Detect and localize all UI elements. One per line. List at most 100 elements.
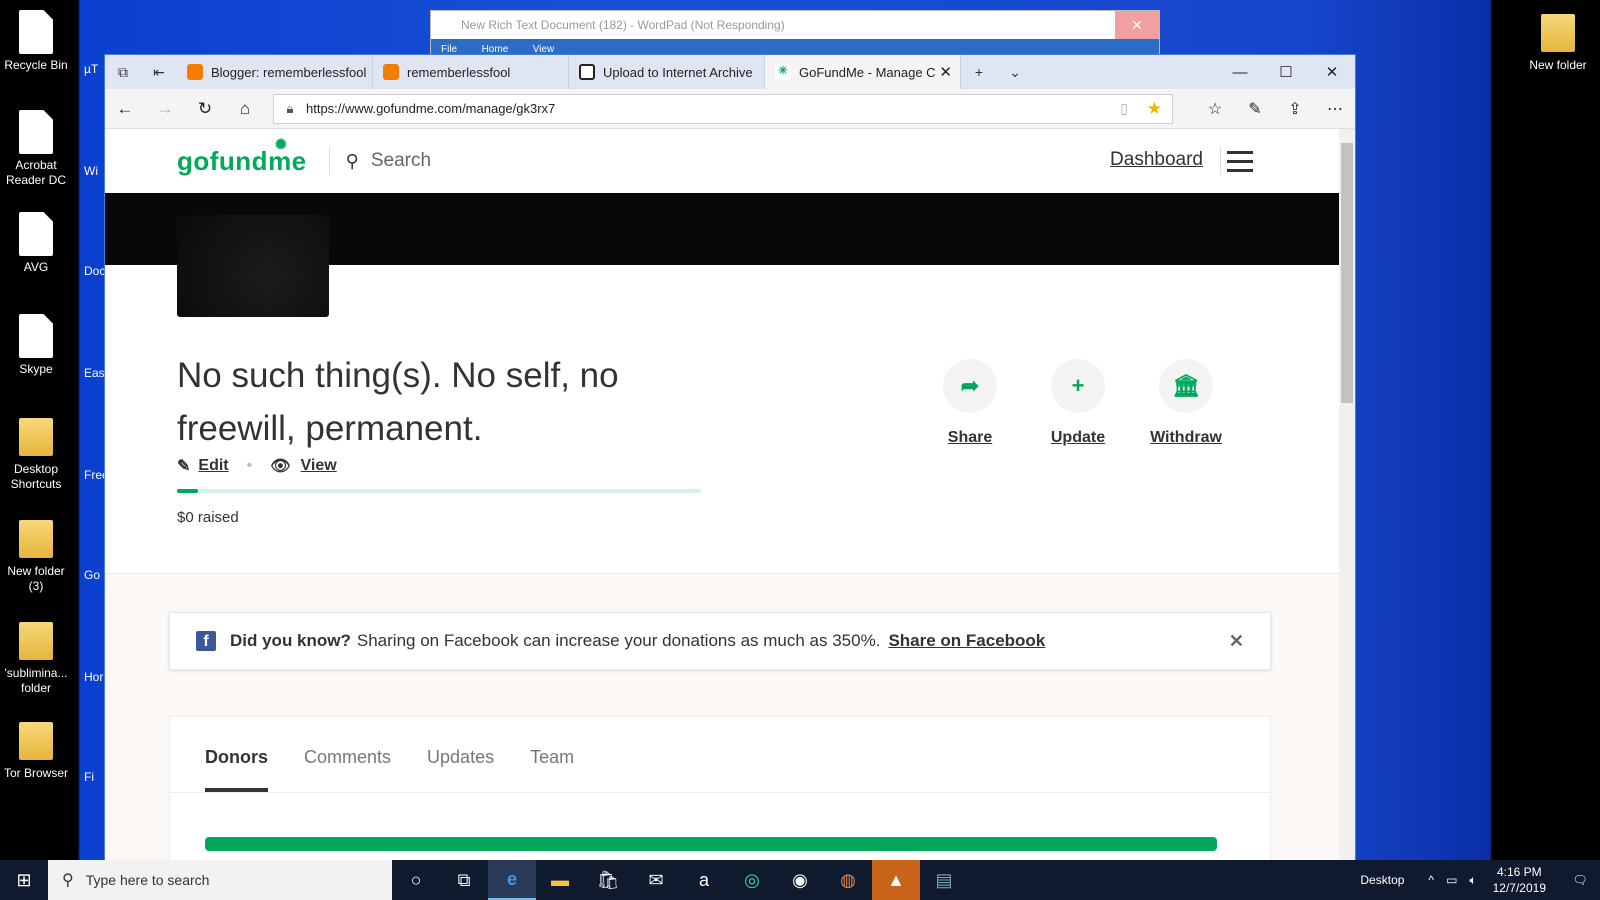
file-icon (19, 110, 53, 154)
paint-icon[interactable]: ◍ (824, 860, 872, 900)
windows-start-icon[interactable]: ⊞ (0, 870, 48, 891)
reading-view-icon[interactable]: ▯ (1120, 100, 1128, 117)
refresh-icon[interactable]: ↻ (185, 99, 225, 119)
edit-link[interactable]: Edit (198, 457, 228, 475)
clock[interactable]: 4:16 PM 12/7/2019 (1493, 864, 1546, 896)
divider (328, 147, 330, 175)
desktop-icon-partial[interactable]: µT (84, 62, 106, 76)
update-action[interactable]: + Update (1028, 359, 1128, 447)
home-icon[interactable]: ⌂ (225, 99, 265, 119)
desktop-icon-partial[interactable]: Docu Sh (84, 264, 106, 278)
close-icon[interactable]: ✕ (1309, 55, 1355, 89)
volume-icon[interactable]: 🔈︎ (1469, 873, 1476, 888)
wordpad-icon[interactable]: ▤ (920, 860, 968, 900)
mail-icon[interactable]: ✉ (632, 860, 680, 900)
set-aside-tabs-icon[interactable]: ⇤ (141, 55, 177, 89)
withdraw-action[interactable]: 🏛︎ Withdraw (1136, 359, 1236, 447)
desktop-icon-tor-browser[interactable]: Tor Browser (0, 718, 72, 781)
favorites-icon[interactable]: ☆ (1195, 99, 1235, 119)
ribbon-tab-file[interactable]: File (431, 40, 467, 55)
search-input[interactable] (370, 150, 671, 172)
tab-comments[interactable]: Comments (304, 717, 391, 792)
gofundme-logo[interactable]: gofundme ✺ (177, 136, 307, 177)
desktop-icon-skype[interactable]: Skype (0, 314, 72, 377)
close-icon[interactable]: ✕ (1229, 631, 1244, 652)
share-action[interactable]: ➦ Share (920, 359, 1020, 447)
search-icon[interactable]: ⚲ (346, 151, 359, 172)
cortana-icon[interactable]: ○ (392, 860, 440, 900)
desktop-icon-subliminal-folder[interactable]: 'sublimina... folder (0, 618, 72, 696)
share-arrow-icon[interactable]: ➦ (943, 359, 997, 413)
ribbon-tab-view[interactable]: View (523, 40, 565, 55)
close-tab-icon[interactable]: ✕ (939, 63, 952, 81)
green-action-button[interactable] (205, 837, 1217, 851)
minimize-icon[interactable]: — (1217, 55, 1263, 89)
desktop-icon-partial[interactable]: Wi (84, 164, 106, 178)
desktop-icon-new-folder-3[interactable]: New folder (3) (0, 516, 72, 594)
desktop-icon-recycle-bin[interactable]: Recycle Bin (0, 10, 72, 73)
maximize-icon[interactable]: ☐ (1263, 55, 1309, 89)
camera-icon[interactable]: ◉ (776, 860, 824, 900)
browser-tab-gofundme[interactable]: ✳ GoFundMe - Manage C ✕ (765, 55, 961, 89)
blogger-icon (187, 64, 203, 80)
campaign-title: No such thing(s). No self, no freewill, … (177, 356, 619, 448)
tab-preview-icon[interactable]: ⧉ (105, 55, 141, 89)
desktop-icon-new-folder[interactable]: New folder (1522, 10, 1594, 73)
desktop-icon-partial[interactable]: Go Ch (84, 568, 106, 582)
menu-icon[interactable] (1227, 151, 1253, 178)
pen-icon[interactable]: ✎ (1235, 99, 1275, 119)
address-bar[interactable]: 🔒︎ https://www.gofundme.com/manage/gk3rx… (273, 93, 1173, 124)
browser-tab-rememberlessfool[interactable]: rememberlessfool (373, 55, 569, 89)
chevron-up-icon[interactable]: ^ (1428, 873, 1434, 887)
forward-icon[interactable]: → (145, 99, 185, 119)
amazon-icon[interactable]: a (680, 860, 728, 900)
store-icon[interactable]: 🛍︎ (584, 860, 632, 900)
desktop-toolbar[interactable]: Desktop (1360, 873, 1404, 887)
tripadvisor-icon[interactable]: ◎ (728, 860, 776, 900)
folder-icon (19, 520, 53, 558)
desktop-icon-avg[interactable]: AVG (0, 212, 72, 275)
bank-icon[interactable]: 🏛︎ (1159, 359, 1213, 413)
share-on-facebook-link[interactable]: Share on Facebook (888, 631, 1045, 651)
tab-team[interactable]: Team (530, 717, 574, 792)
raised-amount: $0 raised (177, 509, 239, 526)
campaign-image[interactable] (177, 215, 329, 317)
share-icon[interactable]: ⇪ (1275, 99, 1315, 119)
system-tray: Desktop ^ ▭ 🔈︎ 4:16 PM 12/7/2019 🗨︎ (1360, 860, 1600, 900)
desktop-icon-partial[interactable]: Ease Reco (84, 366, 106, 380)
lock-icon[interactable]: 🔒︎ (274, 101, 306, 117)
edge-icon[interactable]: e (488, 860, 536, 900)
taskbar-search[interactable]: ⚲ Type here to search (48, 860, 392, 900)
browser-tab-blogger[interactable]: Blogger: rememberlessfool (177, 55, 373, 89)
url-text[interactable]: https://www.gofundme.com/manage/gk3rx7 (306, 101, 555, 116)
separator-dot: • (246, 457, 253, 474)
desktop-icon-partial[interactable]: Horu (84, 670, 106, 684)
desktop-icon-partial[interactable]: Fi (84, 770, 106, 784)
ribbon-tab-home[interactable]: Home (472, 40, 519, 55)
tab-updates[interactable]: Updates (427, 717, 494, 792)
task-view-icon[interactable]: ⧉ (440, 860, 488, 900)
desktop-icon-desktop-shortcuts[interactable]: Desktop Shortcuts (0, 414, 72, 492)
tab-donors[interactable]: Donors (205, 717, 268, 792)
close-icon[interactable]: ✕ (1115, 11, 1159, 39)
plus-icon[interactable]: + (1051, 359, 1105, 413)
browser-tab-internet-archive[interactable]: Upload to Internet Archive (569, 55, 765, 89)
scrollbar-thumb[interactable] (1341, 143, 1353, 403)
file-explorer-icon[interactable]: ▬ (536, 860, 584, 900)
view-link[interactable]: View (301, 457, 337, 475)
browser-tools: ☆ ✎ ⇪ ⋯ (1195, 99, 1355, 119)
back-icon[interactable]: ← (105, 99, 145, 119)
favorite-star-icon[interactable]: ★ (1147, 99, 1162, 119)
scrollbar[interactable] (1339, 129, 1355, 861)
battery-icon[interactable]: ▭ (1446, 873, 1457, 887)
chevron-down-icon[interactable]: ⌄ (997, 55, 1033, 89)
more-icon[interactable]: ⋯ (1315, 99, 1355, 119)
activity-tabs: Donors Comments Updates Team (170, 717, 1270, 793)
wordpad-window[interactable]: New Rich Text Document (182) - WordPad (… (430, 10, 1160, 57)
notification-icon[interactable]: 🗨︎ (1560, 873, 1600, 887)
desktop-icon-acrobat[interactable]: Acrobat Reader DC (0, 110, 72, 188)
vlc-icon[interactable]: ▲ (872, 860, 920, 900)
new-tab-icon[interactable]: + (961, 55, 997, 89)
desktop-icon-partial[interactable]: Free (84, 468, 106, 482)
dashboard-link[interactable]: Dashboard (1110, 149, 1203, 171)
